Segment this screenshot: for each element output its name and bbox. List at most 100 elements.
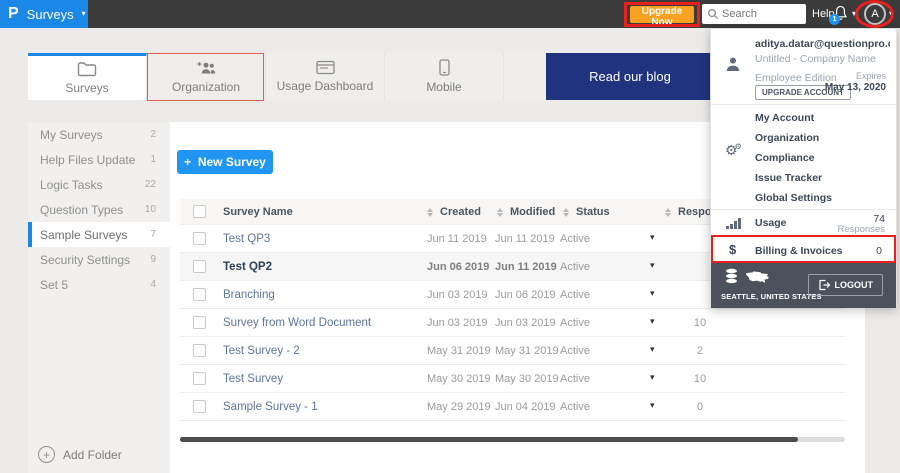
status-dropdown-caret[interactable]: ▾ (650, 372, 655, 383)
notification-badge: 1 (829, 14, 840, 25)
datacenter-location: SEATTLE, UNITED STATES (721, 292, 822, 301)
app-switcher[interactable]: P Surveys ▾ (0, 0, 88, 28)
status-dropdown-caret[interactable]: ▾ (650, 316, 655, 327)
usage-label: Usage (755, 217, 787, 229)
survey-name-link[interactable]: Test Survey - 2 (223, 345, 300, 357)
modified-date: May 30 2019 (495, 373, 559, 385)
read-our-blog-button[interactable]: Read our blog (546, 53, 714, 100)
logout-button[interactable]: LOGOUT (807, 274, 883, 296)
created-date: May 31 2019 (427, 345, 491, 357)
status-dropdown-caret[interactable]: ▾ (650, 288, 655, 299)
upgrade-now-button[interactable]: Upgrade Now (630, 6, 694, 28)
row-checkbox[interactable] (193, 344, 206, 357)
plus-circle-icon: + (38, 446, 55, 463)
survey-name-link[interactable]: Test Survey (223, 373, 283, 385)
response-count: 10 (693, 373, 707, 385)
plus-icon: + (184, 155, 192, 169)
tab-label: Usage Dashboard (276, 79, 374, 93)
row-checkbox[interactable] (193, 372, 206, 385)
survey-name-link[interactable]: Survey from Word Document (223, 317, 371, 329)
account-menu-item[interactable]: Global Settings (711, 188, 896, 208)
tab-label: Organization (171, 79, 241, 94)
sidebar-folder-label: Help Files Update (40, 152, 136, 167)
status-dropdown-caret[interactable]: ▾ (650, 232, 655, 243)
tab-label: Surveys (65, 81, 109, 95)
sidebar-folder-item[interactable]: Question Types 10 (28, 197, 170, 222)
add-folder-button[interactable]: + Add Folder (38, 446, 122, 463)
tab-organization[interactable]: Organization (147, 53, 266, 100)
folders-sidebar: My Surveys 2 Help Files Update 1 Logic Tasks… (28, 122, 170, 473)
survey-name-link[interactable]: Branching (223, 289, 275, 301)
sidebar-folder-item[interactable]: My Surveys 2 (28, 122, 170, 147)
search-input[interactable] (722, 4, 804, 24)
bell-chevron-down-icon[interactable]: ▾ (852, 10, 856, 18)
modified-date: Jun 11 2019 (495, 261, 557, 273)
row-checkbox[interactable] (193, 316, 206, 329)
column-header-modified[interactable]: Modified (497, 206, 555, 218)
column-header-status[interactable]: Status (563, 206, 610, 218)
created-date: Jun 11 2019 (427, 233, 487, 245)
sidebar-folder-count: 7 (150, 229, 156, 240)
survey-name-link[interactable]: Test QP2 (223, 261, 272, 273)
column-header-survey-name[interactable]: Survey Name (223, 206, 293, 218)
sidebar-folder-item[interactable]: Sample Surveys 7 (28, 222, 170, 247)
sidebar-folder-item[interactable]: Set 5 4 (28, 272, 170, 297)
sidebar-folder-label: Sample Surveys (40, 227, 128, 242)
notifications-bell-icon[interactable]: 1 (829, 5, 849, 25)
usage-menu-item[interactable]: Usage 74 Responses (711, 211, 896, 237)
sort-icon[interactable] (427, 207, 433, 217)
created-date: Jun 06 2019 (427, 261, 490, 273)
expires-date: May 13, 2020 (824, 82, 886, 93)
sidebar-folder-count: 9 (150, 254, 156, 265)
sidebar-folder-count: 10 (144, 204, 156, 215)
status-dropdown-caret[interactable]: ▾ (650, 344, 655, 355)
billing-invoices-menu-item[interactable]: $ Billing & Invoices 0 (711, 237, 896, 263)
sidebar-folder-item[interactable]: Help Files Update 1 (28, 147, 170, 172)
tab-usage-dashboard[interactable]: Usage Dashboard (266, 53, 385, 100)
divider (711, 209, 896, 210)
survey-name-link[interactable]: Sample Survey - 1 (223, 401, 318, 413)
modified-date: Jun 06 2019 (495, 289, 556, 301)
response-count: 0 (696, 401, 704, 413)
table-row: Test Survey May 30 2019 May 30 2019 Active ▾… (180, 365, 845, 393)
tab-mobile[interactable]: Mobile (385, 53, 504, 100)
account-menu-item[interactable]: My Account (711, 108, 896, 128)
sidebar-folder-label: Security Settings (40, 252, 131, 267)
avatar-chevron-down-icon[interactable]: ▾ (889, 10, 893, 18)
billing-label: Billing & Invoices (755, 245, 843, 257)
survey-name-link[interactable]: Test QP3 (223, 233, 270, 245)
account-dropdown-panel: aditya.datar@questionpro.c... Untitled -… (710, 28, 897, 308)
status-value: Active (560, 317, 590, 329)
search-box (702, 4, 806, 24)
status-dropdown-caret[interactable]: ▾ (650, 260, 655, 271)
horizontal-scrollbar-thumb[interactable] (180, 437, 798, 442)
row-checkbox[interactable] (193, 288, 206, 301)
sidebar-folder-item[interactable]: Logic Tasks 22 (28, 172, 170, 197)
tab-surveys[interactable]: Surveys (28, 53, 147, 100)
status-value: Active (560, 233, 590, 245)
row-checkbox[interactable] (193, 400, 206, 413)
select-all-checkbox[interactable] (193, 205, 206, 218)
sidebar-folder-count: 1 (150, 154, 156, 165)
sidebar-folder-count: 2 (150, 129, 156, 140)
sort-icon[interactable] (665, 207, 671, 217)
sidebar-folder-item[interactable]: Security Settings 9 (28, 247, 170, 272)
search-icon (707, 8, 719, 20)
status-value: Active (560, 373, 590, 385)
horizontal-scrollbar[interactable] (180, 437, 845, 442)
modified-date: May 31 2019 (495, 345, 559, 357)
table-row: Test Survey - 2 May 31 2019 May 31 2019 Act… (180, 337, 845, 365)
row-checkbox[interactable] (193, 232, 206, 245)
sort-icon[interactable] (497, 207, 503, 217)
account-menu-item[interactable]: Issue Tracker (711, 168, 896, 188)
created-date: May 30 2019 (427, 373, 491, 385)
row-checkbox[interactable] (193, 260, 206, 273)
sort-icon[interactable] (563, 207, 569, 217)
new-survey-button[interactable]: + New Survey (177, 150, 273, 174)
column-header-created[interactable]: Created (427, 206, 481, 218)
status-value: Active (560, 261, 590, 273)
modified-date: Jun 04 2019 (495, 401, 556, 413)
status-dropdown-caret[interactable]: ▾ (650, 400, 655, 411)
bar-chart-icon (726, 218, 741, 229)
account-avatar[interactable]: A (864, 3, 886, 25)
